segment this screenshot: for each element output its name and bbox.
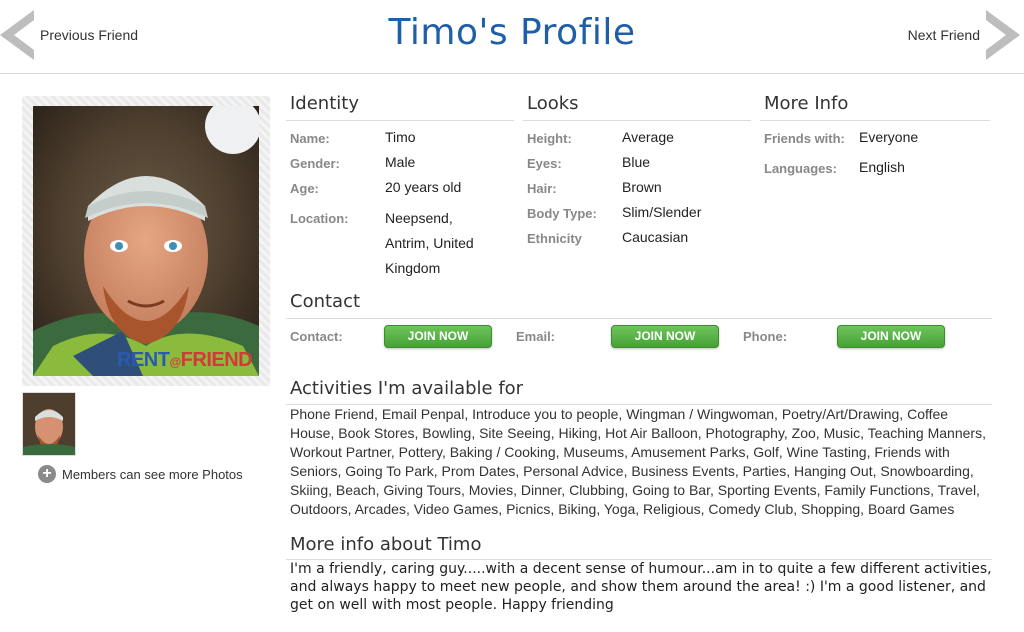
about-heading: More info about Timo xyxy=(290,534,482,555)
activities-heading: Activities I'm available for xyxy=(290,378,524,399)
next-friend-link[interactable]: Next Friend xyxy=(902,10,1020,60)
more-info-divider xyxy=(760,120,990,121)
age-value: 20 years old xyxy=(385,179,462,195)
next-friend-label: Next Friend xyxy=(907,27,980,43)
contact-heading: Contact xyxy=(290,291,361,312)
age-label: Age: xyxy=(290,181,319,196)
profile-photo[interactable]: RENT@FRIEND xyxy=(33,106,259,376)
plus-icon: + xyxy=(38,465,56,483)
height-label: Height: xyxy=(527,131,572,146)
email-label: Email: xyxy=(516,329,556,344)
email-join-now-button[interactable]: JOIN NOW xyxy=(611,325,719,348)
languages-value: English xyxy=(859,159,905,175)
height-value: Average xyxy=(622,129,674,145)
gender-label: Gender: xyxy=(290,156,340,171)
name-label: Name: xyxy=(290,131,330,146)
friends-with-value: Everyone xyxy=(859,129,919,145)
rent-a-friend-watermark: RENT@FRIEND xyxy=(117,349,253,371)
page-title: Timo's Profile xyxy=(388,12,636,53)
photo-thumbnail[interactable] xyxy=(22,392,76,456)
eyes-label: Eyes: xyxy=(527,156,562,171)
activities-list: Phone Friend, Email Penpal, Introduce yo… xyxy=(290,406,986,517)
identity-heading: Identity xyxy=(290,93,359,114)
more-photos-label: Members can see more Photos xyxy=(62,466,243,482)
contact-label: Contact: xyxy=(290,329,343,344)
body-type-value: Slim/Slender xyxy=(622,204,702,220)
location-line-1: Neepsend, xyxy=(385,210,453,226)
body-type-label: Body Type: xyxy=(527,206,597,221)
location-line-3: Kingdom xyxy=(385,260,441,276)
ethnicity-value: Caucasian xyxy=(622,229,689,245)
profile-photo-frame: RENT@FRIEND xyxy=(22,96,270,386)
looks-heading: Looks xyxy=(527,93,579,114)
ethnicity-label: Ethnicity xyxy=(527,231,582,246)
contact-join-now-button[interactable]: JOIN NOW xyxy=(384,325,492,348)
more-info-heading: More Info xyxy=(764,93,849,114)
friends-with-label: Friends with: xyxy=(764,131,845,146)
contact-divider xyxy=(286,318,992,319)
languages-label: Languages: xyxy=(764,161,837,176)
more-photos-link[interactable]: + Members can see more Photos xyxy=(38,465,243,483)
phone-label: Phone: xyxy=(743,329,788,344)
eyes-value: Blue xyxy=(622,154,651,170)
chevron-right-icon xyxy=(986,10,1020,60)
phone-join-now-button[interactable]: JOIN NOW xyxy=(837,325,945,348)
location-label: Location: xyxy=(290,211,349,226)
about-text: I'm a friendly, caring guy.....with a de… xyxy=(290,561,992,613)
location-line-2: Antrim, United xyxy=(385,235,474,251)
name-value: Timo xyxy=(385,129,416,145)
looks-divider xyxy=(523,120,751,121)
gender-value: Male xyxy=(385,154,416,170)
page-header: Previous Friend Timo's Profile Next Frie… xyxy=(0,0,1024,74)
hair-label: Hair: xyxy=(527,181,557,196)
hair-value: Brown xyxy=(622,179,662,195)
identity-divider xyxy=(286,120,514,121)
